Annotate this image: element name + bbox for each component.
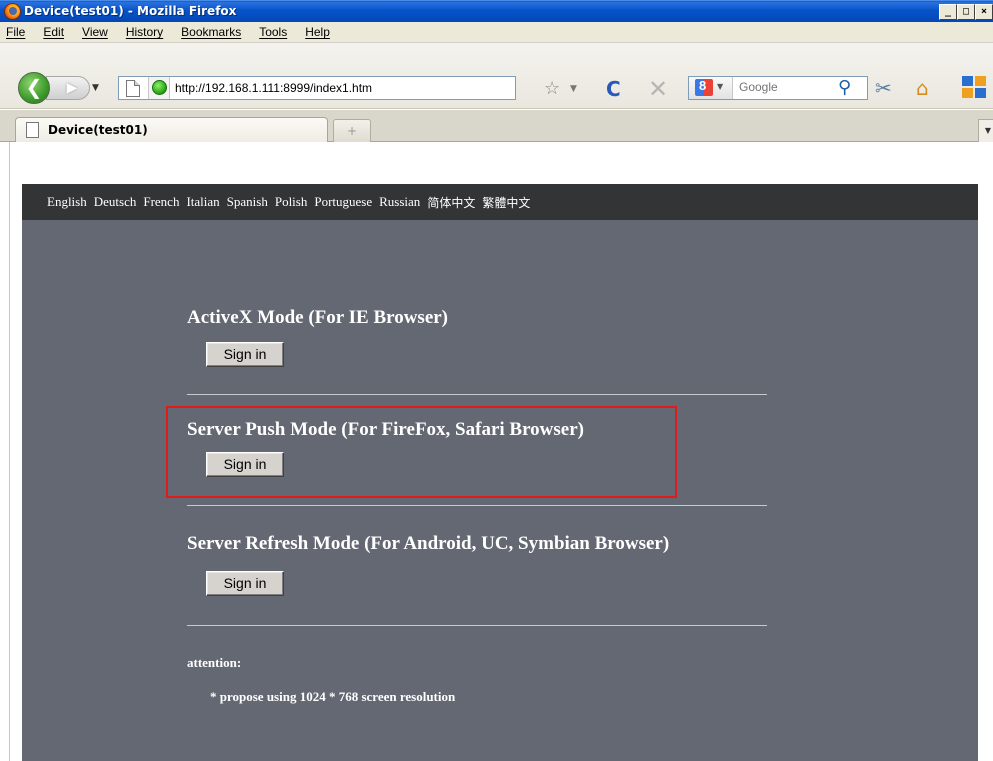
divider [187,394,767,395]
globe-icon [152,80,167,95]
navigation-toolbar: ▶ ❮ ▼ http://192.168.1.111:8999/index1.h… [0,43,993,109]
menu-file[interactable]: File [6,25,25,39]
firefox-logo-icon [4,3,21,20]
tab-title: Device(test01) [48,123,148,137]
url-text[interactable]: http://192.168.1.111:8999/index1.htm [175,81,372,95]
language-deutsch[interactable]: Deutsch [94,194,137,210]
divider [187,625,767,626]
url-bar[interactable]: http://192.168.1.111:8999/index1.htm [118,76,516,100]
stop-icon[interactable]: ✕ [648,75,668,103]
language-portuguese[interactable]: Portuguese [314,194,372,210]
window-title: Device(test01) - Mozilla Firefox [24,4,237,18]
server-push-sign-in-button[interactable]: Sign in [206,452,284,477]
language-italian[interactable]: Italian [186,194,219,210]
google-logo-icon [695,78,713,96]
close-button[interactable]: × [975,4,993,20]
divider [187,505,767,506]
forward-button[interactable]: ▶ [46,76,90,100]
attention-label: attention: [187,655,242,670]
menu-help[interactable]: Help [305,25,330,39]
language-bar: English Deutsch French Italian Spanish P… [22,184,978,220]
search-engine-dropdown-icon: ▼ [717,82,724,91]
page-icon [126,80,140,97]
menu-tools[interactable]: Tools [259,25,287,39]
content-border [9,142,10,761]
search-icon[interactable]: ⚲ [838,77,851,98]
window-controls: _ □ × [939,4,993,20]
page-icon [26,122,39,138]
tab-device[interactable]: Device(test01) [15,117,328,143]
page-body: ActiveX Mode (For IE Browser) Sign in Se… [22,220,978,761]
back-button[interactable]: ❮ [18,72,50,104]
menu-bookmarks[interactable]: Bookmarks [181,25,241,39]
server-refresh-mode-title: Server Refresh Mode (For Android, UC, Sy… [187,533,670,554]
reload-icon[interactable]: C [606,77,621,101]
attention-note: * propose using 1024 * 768 screen resolu… [210,689,456,704]
minimize-button[interactable]: _ [939,4,957,20]
scissors-icon[interactable]: ✂ [875,76,892,100]
home-icon[interactable]: ⌂ [916,76,929,100]
language-polish[interactable]: Polish [275,194,308,210]
menu-bar: File Edit View History Bookmarks Tools H… [0,22,993,43]
addon-icon[interactable] [962,76,988,100]
search-engine-button[interactable]: ▼ [689,77,733,99]
server-refresh-sign-in-button[interactable]: Sign in [206,571,284,596]
language-french[interactable]: French [143,194,179,210]
title-bar: Device(test01) - Mozilla Firefox _ □ × [0,0,993,22]
new-tab-button[interactable]: + [333,119,371,143]
activex-sign-in-button[interactable]: Sign in [206,342,284,367]
maximize-button[interactable]: □ [957,4,975,20]
language-traditional-chinese[interactable]: 繁體中文 [482,194,530,211]
language-english[interactable]: English [47,194,87,210]
server-push-mode-title: Server Push Mode (For FireFox, Safari Br… [187,419,584,440]
menu-history[interactable]: History [126,25,163,39]
menu-view[interactable]: View [82,25,108,39]
history-dropdown-icon[interactable]: ▼ [92,83,99,93]
activex-mode-title: ActiveX Mode (For IE Browser) [187,307,449,328]
url-dropdown-icon[interactable]: ▼ [570,84,577,94]
language-spanish[interactable]: Spanish [227,194,268,210]
language-simplified-chinese[interactable]: 简体中文 [427,194,475,211]
tab-strip: Device(test01) + ▼ [0,110,993,143]
site-identity-button[interactable] [148,77,170,99]
tab-list-dropdown-icon[interactable]: ▼ [978,119,993,143]
language-russian[interactable]: Russian [379,194,420,210]
bookmark-star-icon[interactable]: ☆ [544,78,560,99]
search-input[interactable] [739,80,819,94]
menu-edit[interactable]: Edit [43,25,64,39]
